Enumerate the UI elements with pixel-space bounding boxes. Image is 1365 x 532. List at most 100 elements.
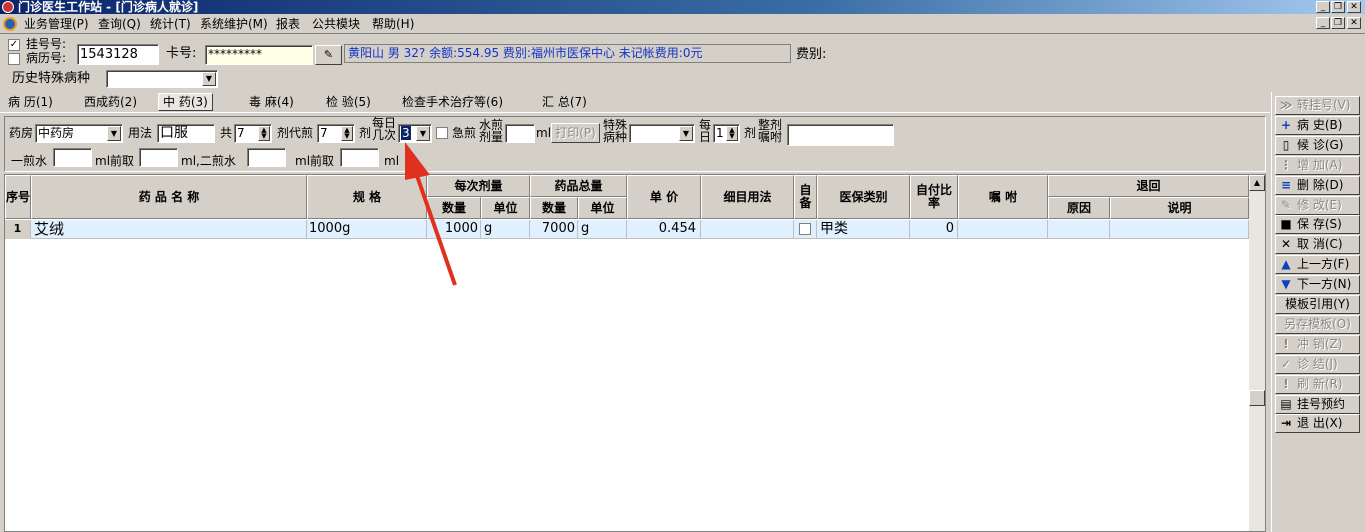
finish-visit-button[interactable]: ✓ 诊 结(J) [1275, 354, 1360, 374]
col-total-qty-header[interactable]: 数量 [530, 197, 578, 219]
record-checkbox[interactable] [8, 53, 20, 65]
col-self-pay-header[interactable]: 自付比率 [910, 175, 958, 219]
stepper-icon[interactable]: ▲ ▼ [341, 126, 353, 141]
col-price-header[interactable]: 单 价 [627, 175, 701, 219]
scroll-thumb[interactable] [1249, 390, 1265, 406]
card-no-input[interactable]: ********* [205, 45, 313, 65]
col-self-header[interactable]: 自备 [794, 175, 817, 219]
restore-icon[interactable]: ❐ [1331, 1, 1345, 13]
card-read-icon[interactable]: ✎ [315, 45, 342, 65]
special-disease-select[interactable]: ▼ [106, 70, 218, 88]
col-desc-header[interactable]: 说明 [1110, 197, 1249, 219]
reg-no-input[interactable]: 1543128 [77, 44, 159, 65]
col-usage-header[interactable]: 细目用法 [701, 175, 794, 219]
cancel-button[interactable]: ✕ 取 消(C) [1275, 235, 1360, 255]
save-button[interactable]: ■ 保 存(S) [1275, 215, 1360, 235]
menu-query[interactable]: 查询(Q) [98, 16, 141, 32]
row-name[interactable]: 艾绒 [31, 220, 307, 239]
tab-western-medicine[interactable]: 西成药(2) [80, 94, 141, 112]
dose-sub-stepper[interactable]: 7 ▲ ▼ [317, 124, 355, 143]
chevron-down-icon[interactable]: ▼ [202, 72, 216, 86]
reg-booking-button[interactable]: ▤ 挂号预约 [1275, 394, 1360, 414]
col-return-header[interactable]: 退回 [1048, 175, 1249, 197]
print-button[interactable]: 打印(P) [551, 123, 600, 143]
row-total-unit[interactable]: g [578, 220, 627, 239]
first-water-input[interactable] [53, 148, 92, 167]
save-template-button[interactable]: 另存模板(O) [1275, 314, 1360, 334]
delete-list-icon: ≡ [1280, 177, 1292, 192]
side-button-label: 另存模板(O) [1284, 316, 1351, 331]
menu-statistics[interactable]: 统计(T) [150, 16, 191, 32]
tab-exam-surgery[interactable]: 检查手术治疗等(6) [398, 94, 507, 112]
add-button[interactable]: ⋮ 增 加(A) [1275, 155, 1360, 175]
scroll-up-icon[interactable]: ▲ [1249, 175, 1265, 191]
row-price[interactable]: 0.454 [627, 220, 701, 239]
special-disease-type-select[interactable]: ▼ [629, 124, 695, 143]
chevron-down-icon[interactable]: ▼ [107, 126, 121, 141]
dots-icon: ⋮ [1280, 157, 1292, 172]
row-usage[interactable] [701, 220, 794, 239]
total-stepper[interactable]: 7 ▲ ▼ [234, 124, 272, 143]
row-total-qty[interactable]: 7000 [530, 220, 578, 239]
delete-button[interactable]: ≡ 删 除(D) [1275, 175, 1360, 195]
edit-button[interactable]: ✎ 修 改(E) [1275, 195, 1360, 215]
water-dose-input[interactable] [505, 124, 535, 143]
per-day-stepper[interactable]: 1 ▲ ▼ [713, 124, 740, 143]
pharmacy-select[interactable]: 中药房 ▼ [35, 124, 123, 143]
menu-report[interactable]: 报表 [276, 16, 300, 32]
reg-checkbox[interactable]: ✓ [8, 39, 20, 51]
menu-help[interactable]: 帮助(H) [372, 16, 414, 32]
stepper-icon[interactable]: ▲ ▼ [258, 126, 270, 141]
row-note[interactable] [958, 220, 1048, 239]
minimize-icon[interactable]: _ [1316, 1, 1330, 13]
next-prescription-button[interactable]: ▼ 下一方(N) [1275, 275, 1360, 295]
tab-chinese-medicine[interactable]: 中 药(3) [158, 93, 213, 111]
side-button-label: 冲 销(Z) [1297, 336, 1343, 351]
col-reason-header[interactable]: 原因 [1048, 197, 1110, 219]
row-self-pay[interactable]: 0 [910, 220, 958, 239]
urgent-checkbox[interactable] [436, 127, 448, 139]
col-insurance-header[interactable]: 医保类别 [817, 175, 910, 219]
tab-lab-test[interactable]: 检 验(5) [322, 94, 375, 112]
close-icon[interactable]: ✕ [1347, 1, 1361, 13]
col-note-header[interactable]: 嘱 咐 [958, 175, 1048, 219]
history-button[interactable]: + 病 史(B) [1275, 115, 1360, 135]
instruction-input[interactable] [787, 124, 894, 146]
col-total-unit-header[interactable]: 单位 [578, 197, 627, 219]
row-reason[interactable] [1048, 220, 1110, 239]
tab-summary[interactable]: 汇 总(7) [538, 94, 591, 112]
menu-system[interactable]: 系统维护(M) [200, 16, 268, 32]
second-take-input[interactable] [340, 148, 379, 167]
mdi-close-icon[interactable]: ✕ [1347, 17, 1361, 29]
usage-input[interactable]: 口服 [157, 124, 215, 143]
template-use-button[interactable]: 模板引用(Y) [1275, 295, 1360, 314]
annotation-arrow-icon [405, 142, 457, 286]
stepper-icon[interactable]: ▲ ▼ [726, 126, 738, 141]
first-take-input[interactable] [139, 148, 178, 167]
col-dose-unit-header[interactable]: 单位 [481, 197, 530, 219]
mdi-minimize-icon[interactable]: _ [1316, 17, 1330, 29]
row-desc[interactable] [1110, 220, 1249, 239]
transfer-reg-button[interactable]: ≫ 转挂号(V) [1275, 96, 1360, 115]
row-insurance[interactable]: 甲类 [817, 220, 910, 239]
waiting-button[interactable]: ▯ 候 诊(G) [1275, 135, 1360, 155]
row-self-checkbox[interactable] [799, 223, 811, 235]
exit-button[interactable]: ⇥ 退 出(X) [1275, 414, 1360, 434]
reverse-button[interactable]: ! 冲 销(Z) [1275, 334, 1360, 354]
tab-narcotics[interactable]: 毒 麻(4) [245, 94, 298, 112]
first-water-label: 一煎水 [11, 154, 48, 168]
prev-prescription-button[interactable]: ▲ 上一方(F) [1275, 255, 1360, 275]
chevron-down-icon[interactable]: ▼ [679, 126, 693, 141]
col-total-header[interactable]: 药品总量 [530, 175, 627, 197]
menu-business[interactable]: 业务管理(P) [24, 16, 89, 32]
col-name-header[interactable]: 药 品 名 称 [31, 175, 307, 219]
vertical-scrollbar[interactable] [1249, 175, 1265, 531]
mdi-restore-icon[interactable]: ❐ [1331, 17, 1345, 29]
tab-record[interactable]: 病 历(1) [4, 94, 57, 112]
menu-public[interactable]: 公共模块 [312, 16, 360, 32]
row-dose-unit[interactable]: g [481, 220, 530, 239]
second-water-input[interactable] [247, 148, 286, 167]
refresh-button[interactable]: ! 刷 新(R) [1275, 374, 1360, 394]
col-seq-header[interactable]: 序号 [5, 175, 31, 219]
chevron-down-icon[interactable]: ▼ [416, 126, 430, 141]
